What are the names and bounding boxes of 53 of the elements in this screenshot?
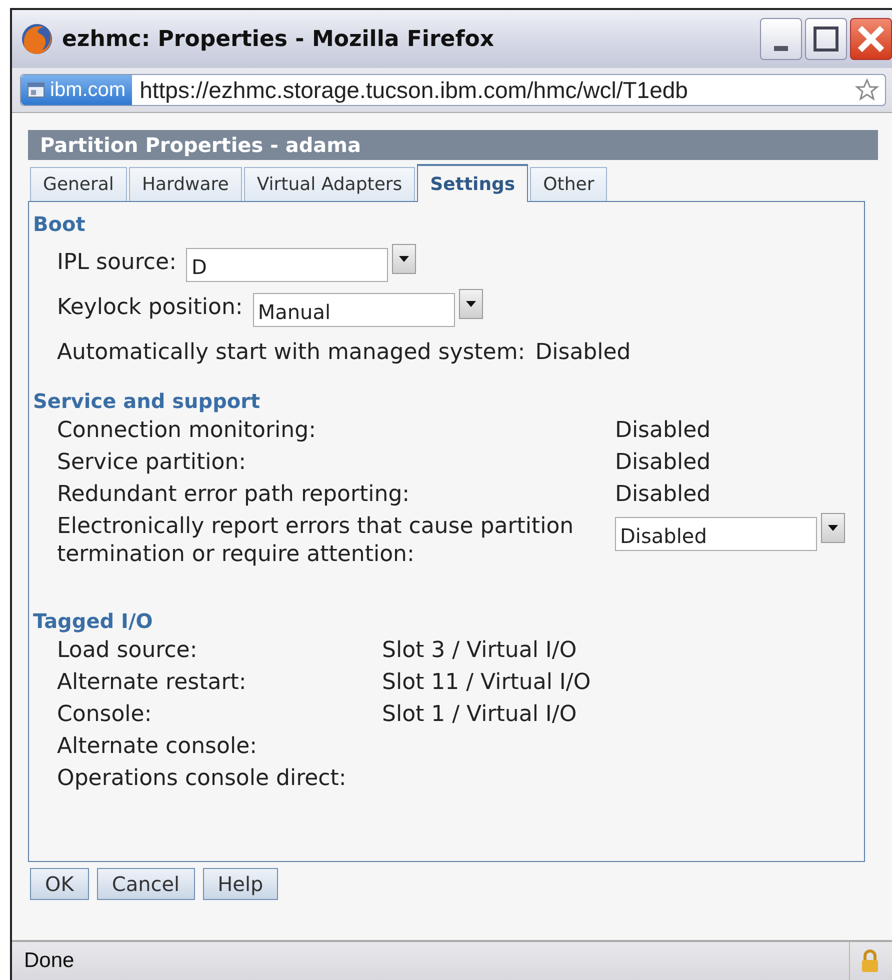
field-label: Service partition: <box>57 449 248 477</box>
field-label: Automatically start with managed system: <box>57 338 526 366</box>
caret-icon <box>828 525 838 531</box>
field-label: Keylock position: <box>57 294 243 322</box>
field-label: Operations console direct: <box>57 765 348 793</box>
select-field[interactable]: Disabled <box>615 517 817 551</box>
value-text: Disabled <box>615 417 712 445</box>
select-field[interactable]: Manual <box>252 292 455 326</box>
value-text: Disabled <box>615 481 712 509</box>
value-text: Disabled <box>535 338 631 366</box>
field-label: Redundant error path reporting: <box>57 481 411 509</box>
value-text: Slot 3 / Virtual I/O <box>382 637 578 665</box>
tab[interactable]: Other <box>530 167 608 201</box>
tab[interactable]: Virtual Adapters <box>244 167 416 201</box>
field-label: Load source: <box>57 637 198 665</box>
browser-logo-icon <box>20 22 54 56</box>
field-label: Alternate console: <box>57 733 258 761</box>
star-icon[interactable] <box>855 78 879 102</box>
minimize-icon <box>774 46 788 50</box>
panel-title: Partition Properties - adama <box>28 130 878 160</box>
field-label: Alternate restart: <box>57 669 248 697</box>
maximize-icon <box>813 26 839 52</box>
section-heading: Tagged I/O <box>33 609 154 633</box>
field-label: IPL source: <box>57 248 176 276</box>
section-heading: Service and support <box>33 389 262 413</box>
status-text: Done <box>24 949 76 973</box>
tab[interactable]: Settings <box>417 164 528 202</box>
tab[interactable]: Hardware <box>128 167 242 201</box>
close-button[interactable] <box>850 18 892 60</box>
window-title: ezhmc: Properties - Mozilla Firefox <box>62 26 496 52</box>
caret-icon <box>399 256 410 262</box>
close-icon <box>857 25 885 53</box>
dropdown-button[interactable] <box>821 513 845 543</box>
caret-icon <box>466 300 476 306</box>
tab[interactable]: General <box>30 167 127 201</box>
dialog-button[interactable]: Help <box>202 868 278 900</box>
field-label: Console: <box>57 701 153 729</box>
address-bar[interactable]: ibm.com https://ezhmc.storage.tucson.ibm.com/hmc/wcl/T1edb <box>20 74 886 106</box>
value-text: Disabled <box>615 449 712 477</box>
value-text: Slot 11 / Virtual I/O <box>382 669 592 697</box>
minimize-button[interactable] <box>760 18 802 60</box>
field-label: Connection monitoring: <box>57 417 317 445</box>
page-icon <box>27 81 45 99</box>
field-label: Electronically report errors that cause partition termination or require attention: <box>57 513 575 569</box>
dialog-button[interactable]: OK <box>30 868 89 900</box>
padlock-icon <box>860 949 880 973</box>
dropdown-button[interactable] <box>392 244 416 274</box>
select-field[interactable]: D <box>186 248 388 282</box>
section-heading: Boot <box>33 212 86 236</box>
maximize-button[interactable] <box>805 18 847 60</box>
dropdown-button[interactable] <box>458 288 483 318</box>
dialog-button[interactable]: Cancel <box>96 868 195 900</box>
value-text: Slot 1 / Virtual I/O <box>382 701 578 729</box>
